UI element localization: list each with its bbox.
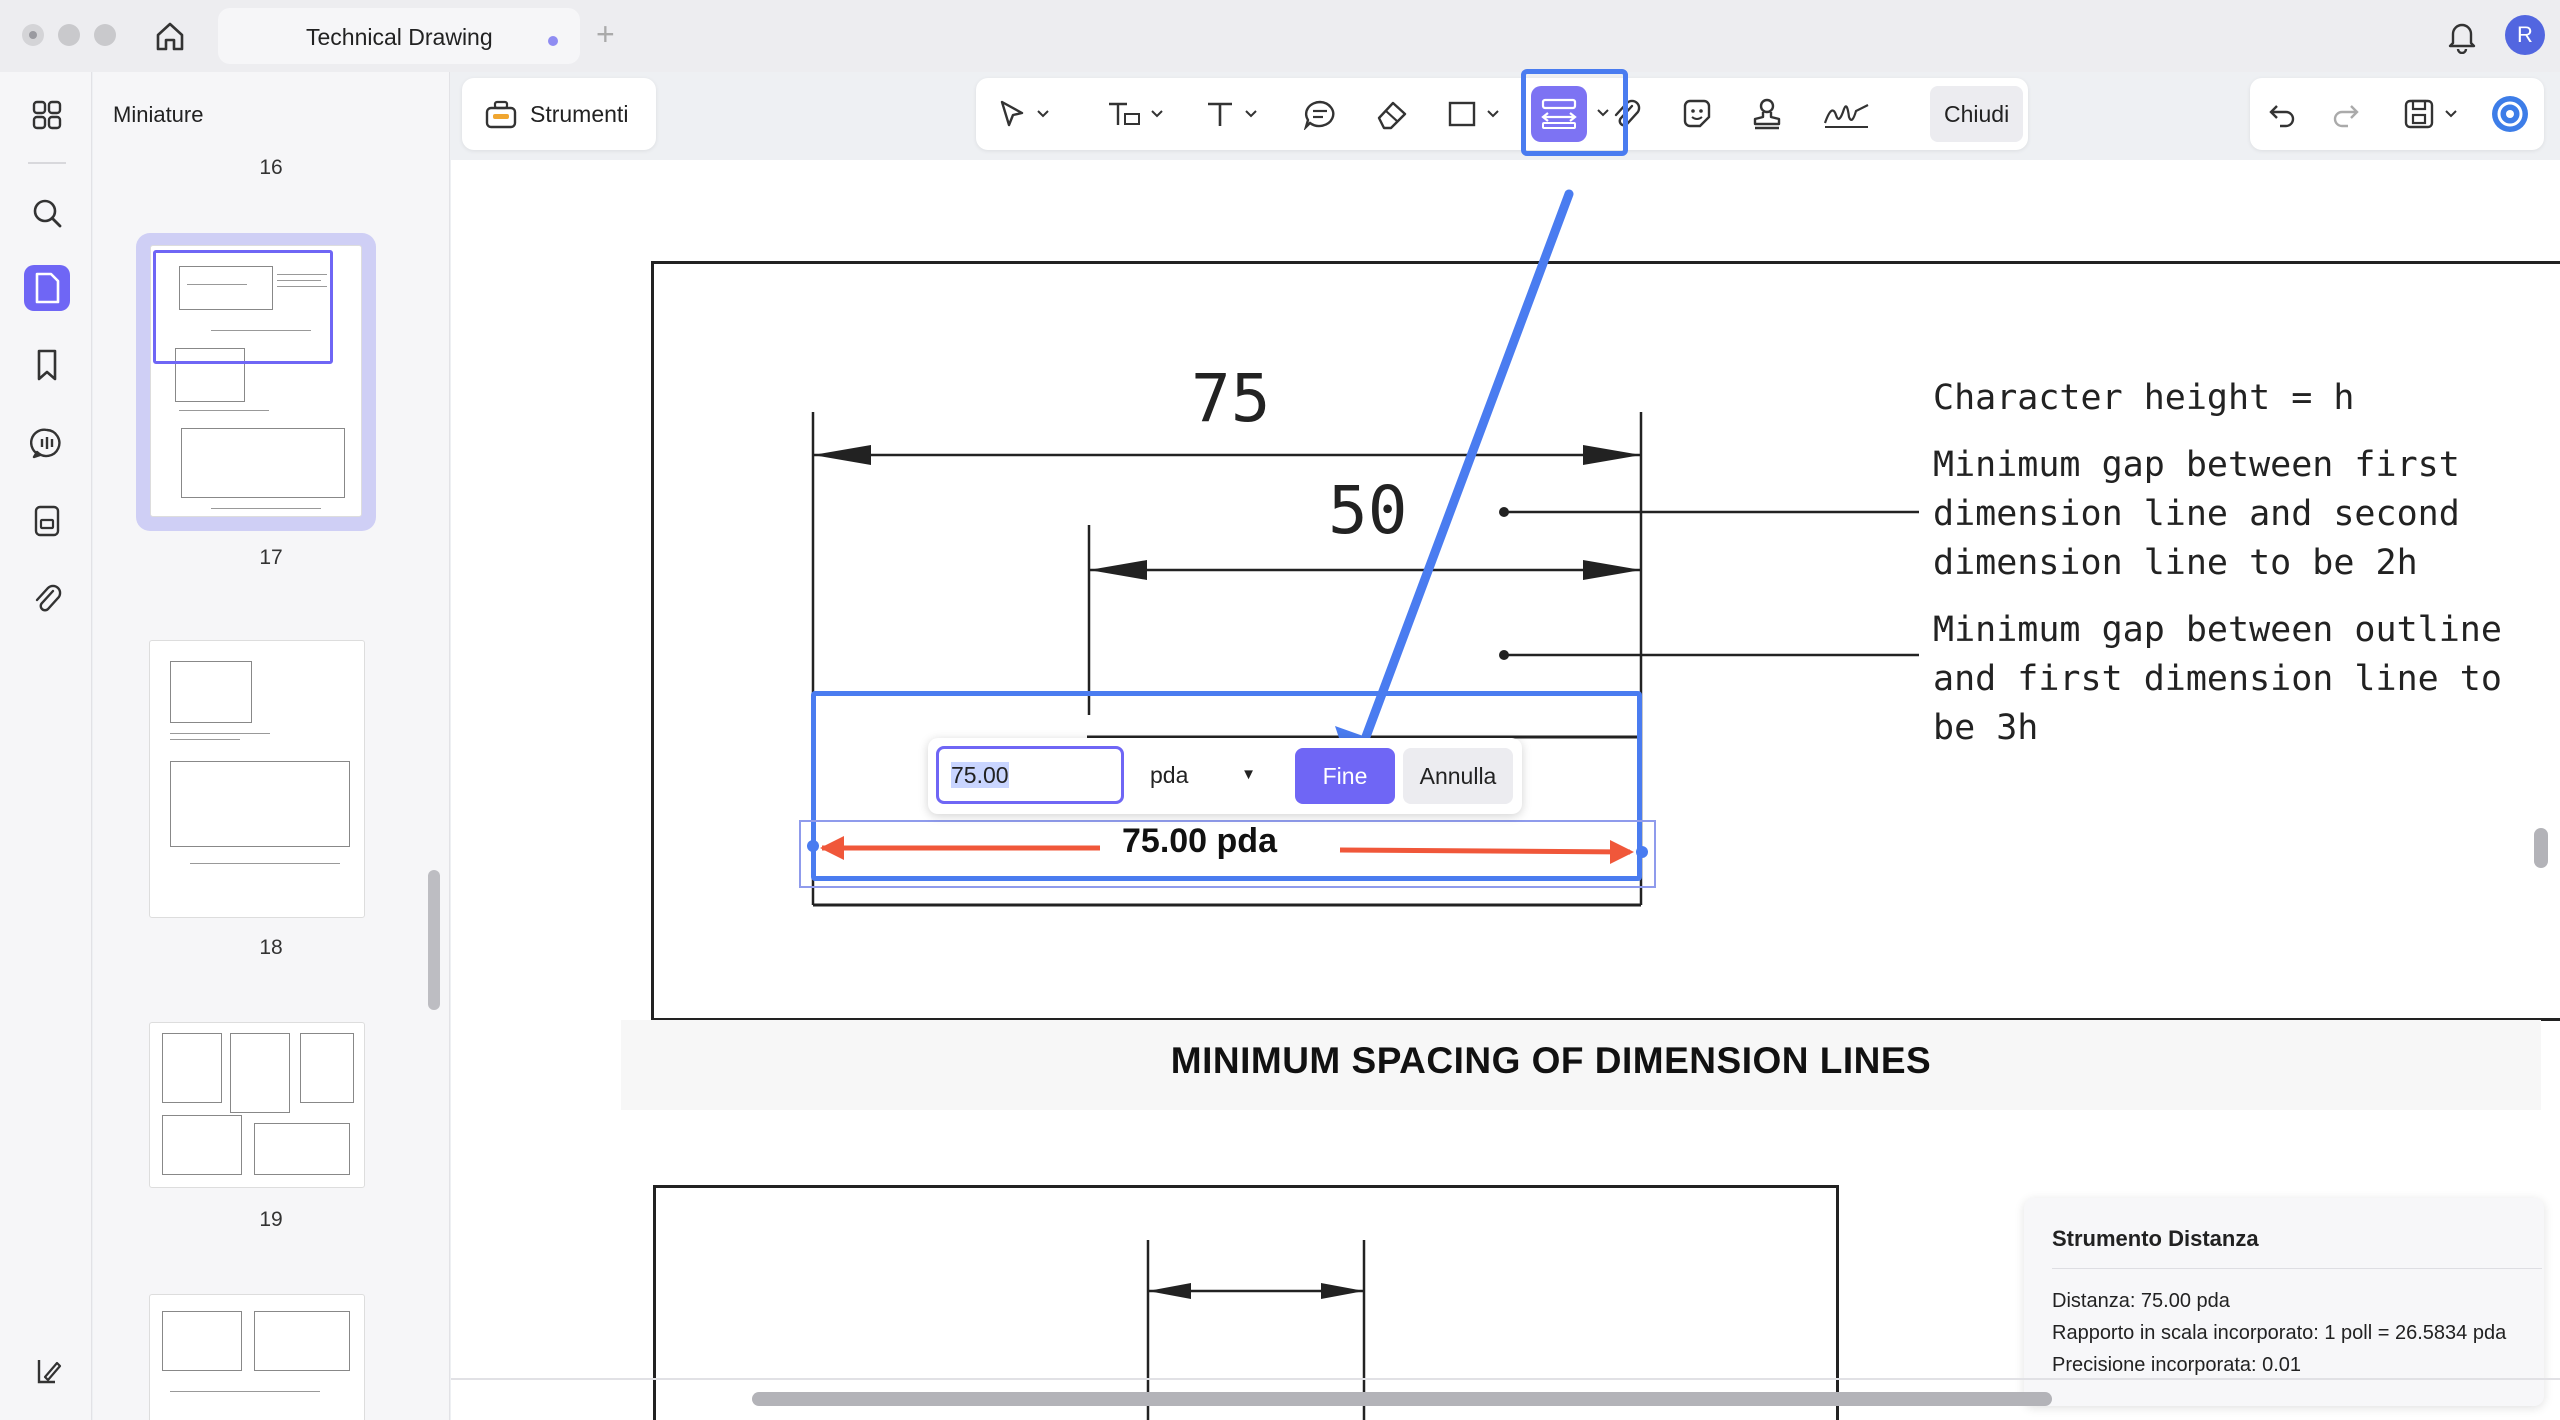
bookmark-icon[interactable] (24, 342, 70, 388)
chevron-down-icon[interactable] (2444, 109, 2458, 119)
close-tools-button[interactable]: Chiudi (1930, 86, 2024, 142)
window-minimize-button[interactable] (58, 24, 80, 46)
sidebar-toggle-icon[interactable] (24, 1348, 70, 1394)
search-icon[interactable] (24, 190, 70, 236)
info-precision: Precisione incorporata: 0.01 (2052, 1354, 2302, 1376)
info-panel-title: Strumento Distanza (2052, 1226, 2259, 1251)
text-tool[interactable] (1204, 92, 1258, 136)
shape-tool[interactable] (1446, 92, 1500, 136)
text-icon (1208, 102, 1232, 126)
new-tab-button[interactable]: + (596, 16, 615, 52)
chevron-down-icon[interactable] (1244, 109, 1258, 119)
thumbnail-page-number: 17 (259, 546, 283, 569)
page-icon[interactable] (24, 265, 70, 311)
annotation-arrow (1335, 189, 1574, 780)
ai-assistant-icon (2492, 96, 2528, 132)
horizontal-scroll-track (451, 1378, 2560, 1380)
ai-assistant-button[interactable] (2490, 92, 2530, 136)
text-box-icon (1109, 102, 1140, 125)
window-close-button[interactable] (22, 24, 44, 46)
shape-icon (1448, 101, 1476, 127)
info-panel-divider (2052, 1268, 2542, 1269)
thumbnail-page-number: 16 (259, 156, 283, 179)
info-scale: Rapporto in scala incorporato: 1 poll = … (2052, 1322, 2507, 1344)
thumbnail-scrollbar[interactable] (428, 870, 440, 1010)
form-icon[interactable] (24, 498, 70, 544)
document-tab-title: Technical Drawing (306, 24, 493, 50)
left-rail (0, 72, 92, 1420)
stamp-icon (1753, 98, 1781, 130)
thumbnail-panel: Miniature 16 17 18 19 (93, 72, 450, 1420)
chevron-down-icon[interactable] (1150, 109, 1164, 119)
tools-menu-button[interactable]: Strumenti (462, 78, 656, 150)
save-button[interactable] (2402, 92, 2458, 136)
measurement-edit-popup: 75.00 pda ▼ Fine Annulla (928, 738, 1522, 814)
vertical-scrollbar[interactable] (2534, 828, 2548, 868)
comment-tool[interactable] (1302, 92, 1338, 136)
thumbnail-viewport-indicator[interactable] (153, 250, 333, 364)
redo-icon (2333, 105, 2359, 128)
distance-info-panel: Strumento Distanza Distanza: 75.00 pda R… (2024, 1198, 2544, 1406)
grid-icon[interactable] (24, 92, 70, 138)
home-icon[interactable] (148, 16, 192, 56)
right-toolbar (2250, 78, 2544, 150)
annotation-toolbar (976, 78, 2028, 150)
horizontal-scrollbar[interactable] (752, 1392, 2052, 1406)
distance-value-input[interactable]: 75.00 (936, 746, 1124, 804)
stamp-tool[interactable] (1750, 92, 1784, 136)
confirm-button[interactable]: Fine (1295, 748, 1395, 804)
toolbox-icon (485, 100, 517, 129)
document-tab[interactable]: Technical Drawing (218, 8, 580, 64)
unsaved-dot (548, 36, 558, 46)
comment-bubble-icon (1303, 100, 1335, 130)
sticker-tool[interactable] (1680, 92, 1714, 136)
dropdown-caret-icon: ▼ (1241, 766, 1256, 783)
undo-button[interactable] (2266, 92, 2298, 136)
select-tool[interactable] (996, 92, 1050, 136)
window-maximize-button[interactable] (94, 24, 116, 46)
thumbnail-page-18[interactable] (149, 640, 365, 918)
select-icon (1000, 100, 1024, 127)
eraser-icon (1377, 101, 1407, 130)
thumbnail-page-number: 18 (259, 936, 283, 959)
thumbnail-panel-title: Miniature (113, 102, 204, 127)
attachment-icon[interactable] (24, 576, 70, 622)
bell-icon[interactable] (2444, 18, 2480, 55)
save-icon (2404, 99, 2434, 129)
eraser-tool[interactable] (1374, 92, 1410, 136)
measure-tool-highlight (1521, 69, 1628, 156)
undo-icon (2269, 105, 2295, 128)
measurement-value-label: 75.00 pda (1100, 822, 1299, 861)
info-distance: Distanza: 75.00 pda (2052, 1290, 2230, 1312)
comment-icon[interactable] (24, 420, 70, 466)
title-bar: Technical Drawing + R (0, 0, 2560, 72)
signature-icon (1823, 104, 1869, 128)
unit-select[interactable]: pda ▼ (1134, 746, 1268, 804)
cancel-button[interactable]: Annulla (1403, 748, 1513, 804)
sticker-icon (1683, 99, 1711, 128)
text-box-tool[interactable] (1106, 92, 1164, 136)
signature-tool[interactable] (1822, 92, 1870, 136)
rail-divider (28, 162, 66, 164)
thumbnail-page-number: 19 (259, 1208, 283, 1231)
tools-menu-label: Strumenti (530, 100, 629, 127)
thumbnail-page-20[interactable] (149, 1294, 365, 1420)
chevron-down-icon[interactable] (1486, 109, 1500, 119)
chevron-down-icon[interactable] (1036, 109, 1050, 119)
redo-button[interactable] (2330, 92, 2362, 136)
thumbnail-page-19[interactable] (149, 1022, 365, 1188)
avatar[interactable]: R (2505, 15, 2545, 55)
